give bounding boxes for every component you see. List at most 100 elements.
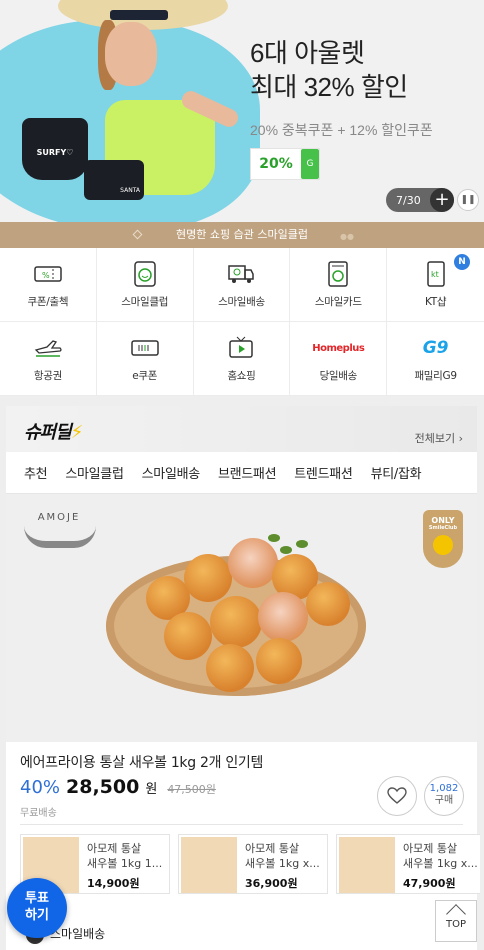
service-flights[interactable]: 항공권: [0, 322, 97, 396]
svg-text:%: %: [42, 271, 50, 280]
service-family-g9[interactable]: G9 패밀리G9: [387, 322, 484, 396]
pause-button[interactable]: ❚❚: [457, 189, 479, 211]
amoje-brand-logo: AMOJE: [37, 512, 81, 523]
product-title[interactable]: 에어프라이용 통살 새우볼 1kg 2개 인기템: [20, 752, 263, 772]
related-product-thumbnail: [181, 837, 237, 893]
related-product-price: 14,900원: [87, 877, 140, 890]
coupon-icon: %: [33, 262, 63, 286]
service-smile-delivery[interactable]: 스마일배송: [193, 248, 291, 322]
only-badge-sub: SmileClub: [428, 525, 458, 531]
service-smile-card[interactable]: 스마일카드: [290, 248, 388, 322]
tab-recommend[interactable]: 추천: [24, 463, 48, 482]
shrimp-ball: [228, 538, 278, 588]
service-ecoupon[interactable]: e쿠폰: [96, 322, 194, 396]
shrimp-ball: [184, 554, 232, 602]
g-coupon-icon: G: [301, 149, 319, 179]
related-product-price: 36,900원: [245, 877, 298, 890]
only-badge-text: ONLY: [431, 516, 455, 525]
service-label: KT샵: [424, 296, 447, 308]
super-deal-section: 슈퍼딜⚡ 전체보기 › 추천 스마일클럽 스마일배송 브랜드패션 트렌드패션 뷰…: [6, 406, 480, 950]
service-label: 당일배송: [319, 370, 358, 382]
vote-button[interactable]: 투표 하기: [7, 878, 67, 938]
category-tabs: 추천 스마일클럽 스마일배송 브랜드패션 트렌드패션 뷰티/잡화: [6, 452, 477, 494]
super-deal-header: 슈퍼딜⚡ 전체보기 ›: [6, 406, 477, 452]
homeplus-icon: Homeplus: [308, 336, 368, 360]
super-deal-logo-text: 슈퍼딜: [24, 422, 72, 443]
airplane-icon: [33, 336, 63, 360]
purchase-count: 1,082 구매: [424, 776, 464, 816]
tab-smile-club[interactable]: 스마일클럽: [65, 463, 124, 482]
related-title-line1: 아모제 통살: [403, 842, 458, 855]
service-grid: % 쿠폰/출첵 스마일클럽 스마일배송 스마일카드 N kt KT샵 항공권 e…: [0, 248, 484, 396]
shrimp-ball: [256, 638, 302, 684]
related-product-title: 아모제 통살 새우볼 1kg 1...: [87, 841, 171, 871]
hero-model-face: [105, 22, 157, 86]
banner-counter[interactable]: 7/30 +: [386, 188, 454, 212]
g9-logo-text: G9: [422, 338, 449, 358]
tab-beauty[interactable]: 뷰티/잡화: [371, 463, 422, 482]
purchase-count-label: 구매: [434, 795, 454, 806]
related-product-card[interactable]: 아모제 통살 새우볼 1kg x... 36,900원: [178, 834, 328, 894]
smile-delivery-section-header[interactable]: 스마일배송: [6, 918, 477, 950]
view-all-link[interactable]: 전체보기 ›: [415, 430, 463, 446]
shrimp-ball: [306, 582, 350, 626]
pause-icon: ❚❚: [460, 195, 476, 205]
related-products: 아모제 통살 새우볼 1kg 1... 14,900원 아모제 통살 새우볼 1kg…: [20, 834, 480, 896]
related-product-card[interactable]: 아모제 통살 새우볼 1kg x... 47,900원: [336, 834, 480, 894]
service-label: 홈쇼핑: [227, 370, 256, 382]
amoje-logo-arc: [24, 526, 96, 548]
related-product-thumbnail: [339, 837, 395, 893]
related-product-price: 47,900원: [403, 877, 456, 890]
tab-brand-fashion[interactable]: 브랜드패션: [218, 463, 277, 482]
service-label: 스마일클럽: [121, 296, 169, 308]
scroll-top-button[interactable]: TOP: [435, 900, 477, 942]
ecoupon-icon: [130, 336, 160, 360]
hero-swim-shorts-product: SANTA: [84, 160, 144, 200]
hero-subtitle: 20% 중복쿠폰 + 12% 할인쿠폰: [250, 122, 433, 138]
shrimp-ball: [206, 644, 254, 692]
service-home-shopping[interactable]: 홈쇼핑: [193, 322, 291, 396]
service-label: 스마일배송: [218, 296, 265, 308]
service-same-day[interactable]: Homeplus 당일배송: [290, 322, 388, 396]
related-title-line1: 아모제 통살: [245, 842, 300, 855]
herb-garnish: [296, 540, 308, 548]
shrimp-ball: [164, 612, 212, 660]
hero-headline: 6대 아울렛 최대 32% 할인: [250, 36, 408, 104]
product-image[interactable]: AMOJE ONLY SmileClub: [6, 494, 477, 742]
super-deal-logo: 슈퍼딜⚡: [24, 418, 84, 444]
lightning-icon: ⚡: [70, 422, 84, 443]
shrimp-ball: [210, 596, 262, 648]
vote-label-line2: 하기: [25, 908, 49, 923]
hero-banner[interactable]: SURFY♡ SANTA 6대 아울렛 최대 32% 할인 20% 중복쿠폰 +…: [0, 0, 484, 222]
coupon-tag: 20% G: [250, 148, 320, 180]
svg-text:kt: kt: [431, 270, 439, 279]
related-title-line1: 아모제 통살: [87, 842, 142, 855]
tab-smile-delivery[interactable]: 스마일배송: [142, 463, 201, 482]
coupon-percent: 20%: [259, 156, 293, 172]
original-price: 47,500원: [167, 783, 216, 796]
hero-headline-line2: 최대 32% 할인: [250, 72, 408, 102]
hero-swim-top-product: SURFY♡: [22, 118, 88, 180]
new-badge: N: [454, 254, 470, 270]
service-kt-shop[interactable]: N kt KT샵: [387, 248, 484, 322]
service-label: e쿠폰: [132, 370, 158, 382]
smile-club-icon: [130, 261, 160, 287]
service-smile-club[interactable]: 스마일클럽: [96, 248, 194, 322]
sale-price: 28,500: [66, 776, 140, 798]
related-product-title: 아모제 통살 새우볼 1kg x...: [403, 841, 480, 871]
only-smileclub-badge: ONLY SmileClub: [423, 510, 463, 568]
hero-headline-line1: 6대 아울렛: [250, 38, 365, 68]
strip-text: 현명한 쇼핑 습관 스마일클럽: [176, 228, 308, 241]
smile-icon: [433, 535, 453, 555]
smile-club-strip[interactable]: 현명한 쇼핑 습관 스마일클럽 ●●: [0, 222, 484, 257]
tab-trend-fashion[interactable]: 트렌드패션: [294, 463, 353, 482]
service-label: 스마일카드: [314, 296, 362, 308]
heart-icon: [387, 787, 407, 804]
plus-icon[interactable]: +: [430, 188, 454, 212]
service-coupon[interactable]: % 쿠폰/출첵: [0, 248, 97, 322]
wishlist-button[interactable]: [377, 776, 417, 816]
discount-rate: 40%: [20, 777, 61, 798]
homeplus-logo-text: Homeplus: [312, 342, 365, 354]
free-shipping: 무료배송: [20, 808, 57, 819]
strip-pager-dots: ●●: [340, 232, 354, 241]
